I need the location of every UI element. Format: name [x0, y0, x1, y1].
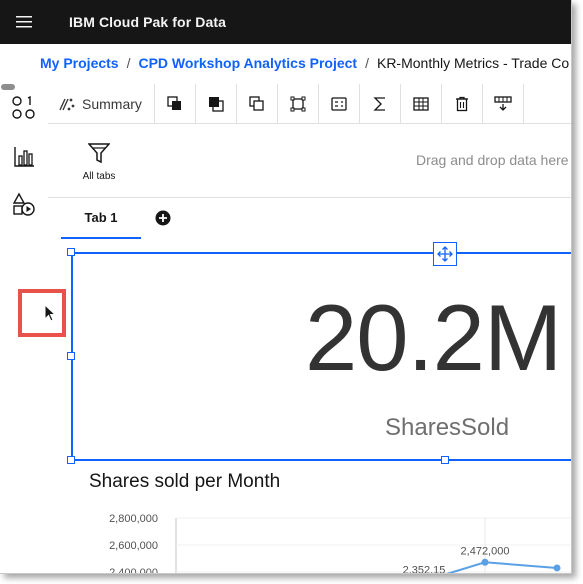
move-widget-handle[interactable]: [433, 242, 457, 266]
add-tab-icon[interactable]: [155, 210, 171, 226]
copy-icon: [167, 95, 181, 110]
rail-drag-handle[interactable]: [1, 84, 15, 90]
breadcrumb-separator: /: [365, 55, 369, 71]
table-button[interactable]: [401, 83, 442, 124]
resize-handle-bottom[interactable]: [441, 456, 449, 464]
kpi-value: 20.2M: [305, 285, 562, 390]
calculation-button[interactable]: [319, 83, 360, 124]
breadcrumb-current-page: KR-Monthly Metrics - Trade Co: [376, 55, 570, 71]
breadcrumb-project[interactable]: CPD Workshop Analytics Project: [138, 55, 357, 71]
shapes-media-icon: [12, 192, 35, 216]
breadcrumb-separator: /: [126, 55, 131, 71]
move-arrows-icon: [437, 246, 453, 262]
rail-visualizations-button[interactable]: [10, 143, 38, 171]
rail-assets-button[interactable]: [10, 191, 38, 219]
bring-forward-icon: [208, 96, 224, 112]
breadcrumb: My Projects / CPD Workshop Analytics Pro…: [40, 55, 569, 71]
chart-title: Shares sold per Month: [89, 471, 281, 492]
frame-button[interactable]: [278, 83, 319, 124]
bar-chart-icon: [14, 147, 34, 167]
filter-funnel-icon: [87, 143, 111, 164]
tab-1[interactable]: Tab 1: [61, 198, 141, 239]
kpi-label: SharesSold: [385, 414, 510, 441]
filter-area: All tabs Drag and drop data here: [48, 124, 571, 198]
hamburger-menu-button[interactable]: [0, 0, 48, 44]
sources-icon: [12, 95, 35, 119]
summation-icon: [373, 96, 385, 111]
bring-forward-button[interactable]: [196, 83, 237, 124]
line-chart[interactable]: 2,800,000 2,600,000 2,400,000 2,352,15 2,472…: [60, 500, 572, 574]
duplicate-icon: [249, 95, 264, 111]
breadcrumb-my-projects[interactable]: My Projects: [40, 55, 119, 71]
duplicate-button[interactable]: [237, 83, 278, 124]
filter-columns-icon: [494, 95, 512, 111]
app-window: IBM Cloud Pak for Data My Projects / CPD…: [0, 0, 572, 574]
summary-sparkle-icon: [59, 98, 75, 110]
resize-handle-left[interactable]: [67, 352, 75, 360]
drag-target-highlight[interactable]: [18, 289, 66, 337]
frame-icon: [290, 96, 306, 111]
drag-drop-hint: Drag and drop data here: [416, 152, 569, 168]
filter-columns-button[interactable]: [483, 83, 524, 124]
summation-button[interactable]: [360, 83, 401, 124]
delete-icon: [455, 96, 468, 111]
calculation-icon: [331, 96, 347, 111]
mouse-cursor-icon: [44, 304, 57, 322]
summary-label: Summary: [82, 95, 142, 112]
data-point[interactable]: [553, 564, 561, 572]
kpi-widget[interactable]: 20.2M SharesSold: [71, 252, 571, 461]
table-icon: [413, 96, 429, 111]
all-tabs-label: All tabs: [82, 171, 116, 182]
y-tick-label: 2,600,000: [109, 540, 158, 552]
copy-button[interactable]: [155, 83, 196, 124]
rail-data-button[interactable]: [10, 94, 38, 122]
data-label: 2,352,15: [403, 564, 446, 574]
hamburger-menu-icon: [16, 16, 32, 28]
y-tick-label: 2,400,000: [109, 567, 158, 574]
y-tick-label: 2,800,000: [109, 513, 158, 525]
delete-button[interactable]: [442, 83, 483, 124]
dashboard-toolbar: Summary: [48, 83, 571, 124]
resize-handle-top-left[interactable]: [67, 248, 75, 256]
app-title: IBM Cloud Pak for Data: [69, 14, 226, 30]
summary-button[interactable]: Summary: [48, 83, 155, 124]
resize-handle-bottom-left[interactable]: [67, 456, 75, 464]
all-tabs-filter-button[interactable]: All tabs: [78, 142, 120, 182]
dashboard-tabs: Tab 1: [48, 198, 571, 240]
top-header: IBM Cloud Pak for Data: [0, 0, 571, 44]
data-label: 2,472,000: [461, 545, 510, 557]
data-point[interactable]: [481, 558, 489, 566]
